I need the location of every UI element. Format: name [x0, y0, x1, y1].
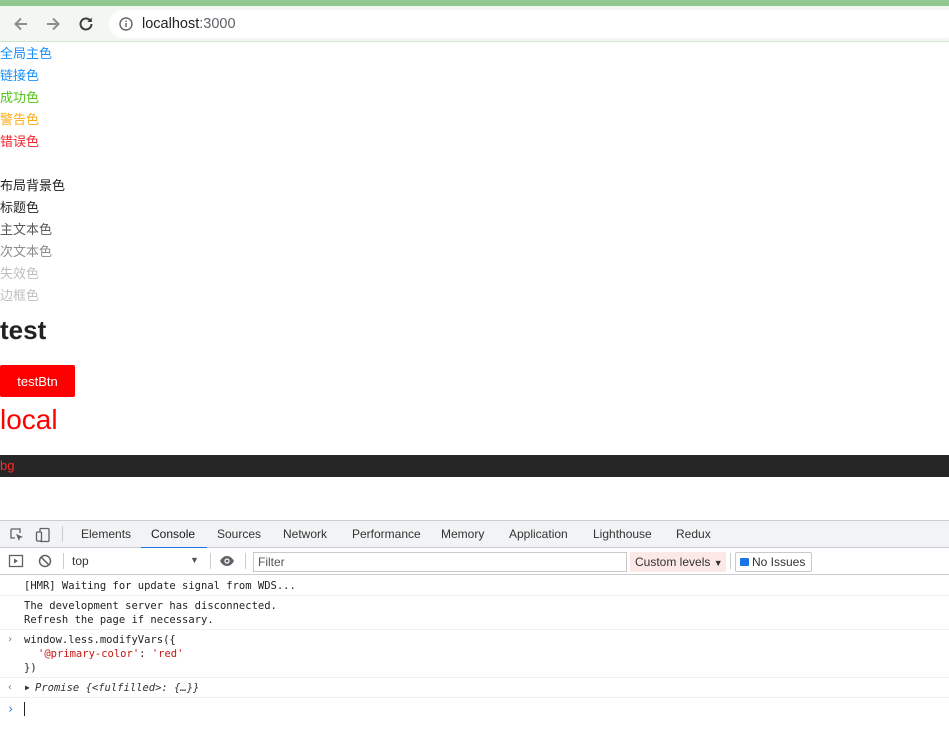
result-chevron-icon: ‹ — [7, 682, 14, 693]
tab-application[interactable]: Application — [509, 521, 568, 548]
primary-text-color-text: 主文本色 — [0, 222, 53, 237]
warning-color-text: 警告色 — [0, 112, 40, 127]
link-color-text: 链接色 — [0, 68, 40, 83]
context-selector[interactable]: top — [72, 554, 89, 568]
page-content: 全局主色 链接色 成功色 警告色 错误色 布局背景色 标题色 主文本色 次文本色… — [0, 42, 949, 520]
console-input-entry: › window.less.modifyVars({ '@primary-col… — [0, 630, 949, 678]
input-value: 'red' — [151, 648, 184, 660]
issues-button[interactable]: No Issues — [735, 552, 812, 572]
console-input-line: window.less.modifyVars({ — [24, 634, 176, 646]
url-host: localhost — [142, 16, 200, 32]
devtools-panel: Elements Console Sources Network Perform… — [0, 520, 949, 756]
tab-console[interactable]: Console — [140, 521, 208, 549]
disabled-color-text: 失效色 — [0, 266, 40, 281]
prompt-chevron-icon: › — [7, 702, 15, 716]
layout-bg-color-text: 布局背景色 — [0, 178, 66, 193]
local-text: local — [0, 404, 58, 435]
input-key: '@primary-color' — [38, 648, 140, 660]
inspect-element-icon[interactable] — [9, 527, 25, 543]
console-message-hmr: [HMR] Waiting for update signal from WDS… — [0, 576, 949, 596]
bg-text: bg — [0, 458, 15, 473]
forward-arrow-icon — [47, 17, 60, 31]
tab-redux[interactable]: Redux — [676, 521, 711, 548]
browser-toolbar: localhost:3000 — [0, 6, 949, 42]
border-color-text: 边框色 — [0, 288, 40, 303]
input-sep: : — [139, 648, 152, 660]
back-button[interactable] — [9, 12, 33, 36]
tab-sources[interactable]: Sources — [217, 521, 261, 548]
issues-label: No Issues — [752, 555, 806, 569]
live-expression-eye-icon[interactable] — [219, 553, 235, 569]
secondary-text-color-text: 次文本色 — [0, 244, 53, 259]
tab-performance[interactable]: Performance — [352, 521, 421, 548]
context-dropdown-icon[interactable]: ▼ — [190, 555, 199, 565]
bg-bar: bg — [0, 455, 949, 477]
text-cursor — [24, 702, 25, 716]
devtools-tab-bar: Elements Console Sources Network Perform… — [0, 521, 949, 549]
tab-elements[interactable]: Elements — [81, 521, 131, 548]
console-result-entry[interactable]: ‹ ▶ Promise {<fulfilled>: {…}} — [0, 678, 949, 698]
reload-button[interactable] — [74, 12, 98, 36]
url-port: :3000 — [199, 16, 236, 32]
info-icon[interactable] — [119, 17, 133, 31]
toolbar-divider — [210, 553, 211, 569]
console-message-disconnect: The development server has disconnected.… — [0, 596, 949, 630]
success-color-text: 成功色 — [0, 90, 40, 105]
issues-icon — [740, 558, 749, 566]
test-heading: test — [0, 315, 47, 345]
console-input-line: '@primary-color': 'red' — [38, 647, 183, 661]
console-input-line: }) — [24, 662, 37, 674]
toolbar-divider — [730, 553, 731, 569]
show-sidebar-icon[interactable] — [8, 553, 24, 569]
tab-memory[interactable]: Memory — [441, 521, 484, 548]
console-message-text: The development server has disconnected. — [24, 600, 277, 612]
tab-lighthouse[interactable]: Lighthouse — [593, 521, 652, 548]
filter-input[interactable]: Filter — [253, 552, 627, 572]
toolbar-divider — [62, 526, 63, 542]
toolbar-divider — [245, 553, 246, 569]
heading-color-text: 标题色 — [0, 200, 40, 215]
log-levels-label: Custom levels — [635, 555, 711, 569]
device-toolbar-icon[interactable] — [35, 527, 51, 543]
primary-color-text: 全局主色 — [0, 46, 53, 61]
console-message-text: Refresh the page if necessary. — [24, 614, 214, 626]
reload-icon — [79, 17, 93, 31]
error-color-text: 错误色 — [0, 134, 40, 149]
expand-triangle-icon[interactable]: ▶ — [25, 681, 30, 695]
console-toolbar: top ▼ Filter Custom levels ▼ No Issues — [0, 548, 949, 575]
console-prompt[interactable]: › — [0, 698, 949, 720]
toolbar-divider — [63, 553, 64, 569]
clear-console-icon[interactable] — [37, 553, 53, 569]
tab-network[interactable]: Network — [283, 521, 327, 548]
levels-dropdown-icon: ▼ — [713, 558, 723, 568]
back-arrow-icon — [14, 17, 27, 31]
test-button[interactable]: testBtn — [0, 365, 75, 397]
address-bar[interactable]: localhost:3000 — [109, 10, 949, 38]
forward-button[interactable] — [41, 12, 65, 36]
console-result-text: Promise {<fulfilled>: {…}} — [35, 682, 200, 694]
url-text: localhost:3000 — [142, 16, 236, 32]
input-chevron-icon: › — [7, 634, 14, 645]
console-message-text: [HMR] Waiting for update signal from WDS… — [24, 580, 296, 592]
log-levels-dropdown[interactable]: Custom levels ▼ — [630, 552, 726, 572]
